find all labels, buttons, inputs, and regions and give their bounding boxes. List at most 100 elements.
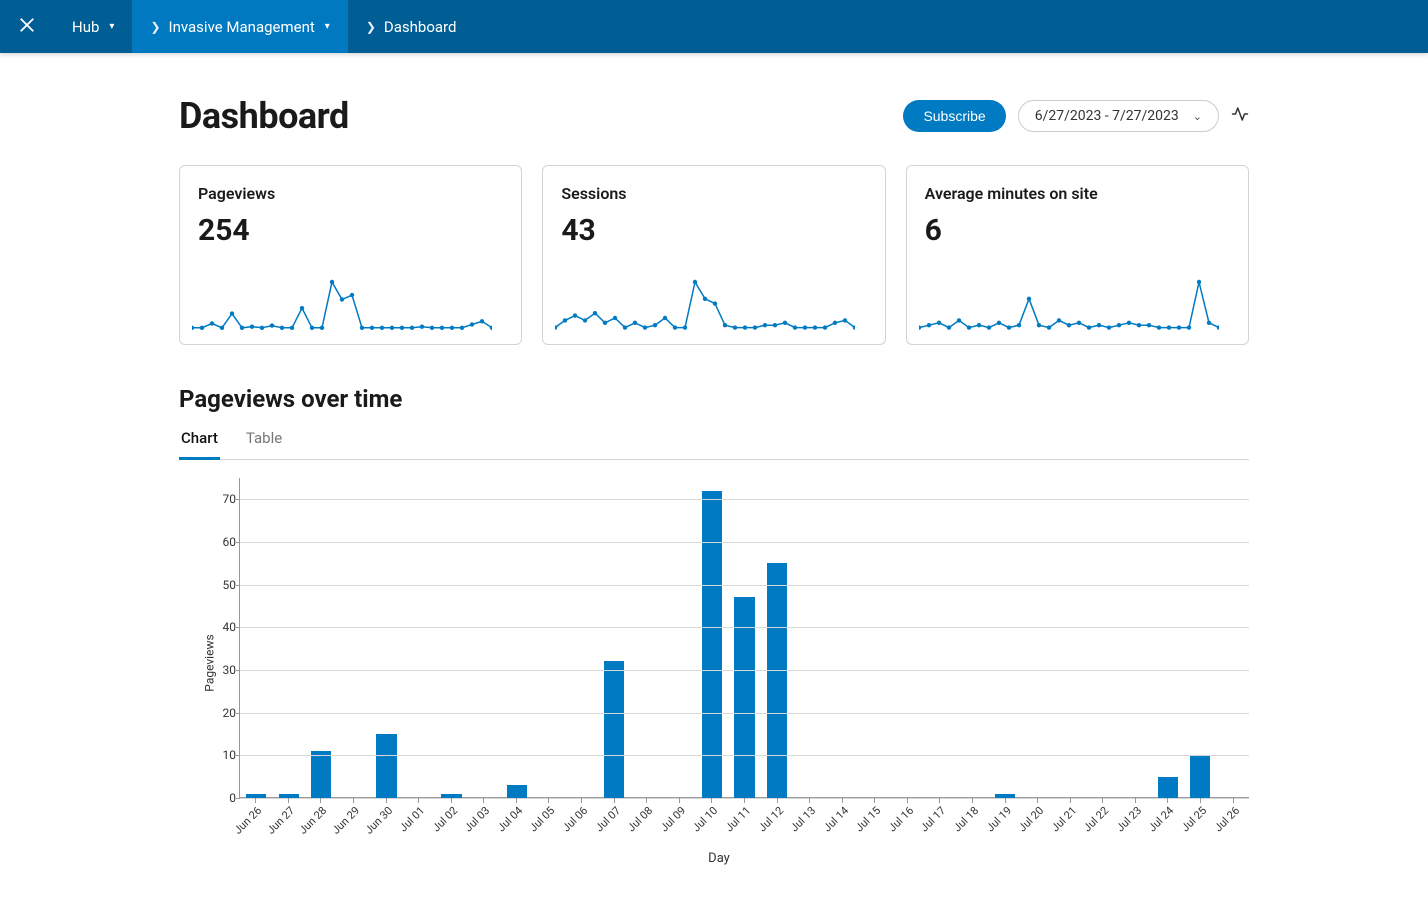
tab-table[interactable]: Table bbox=[244, 423, 284, 459]
x-tick-mark bbox=[809, 798, 810, 803]
card-value: 43 bbox=[561, 213, 866, 248]
x-tick-mark bbox=[255, 798, 256, 803]
x-tick-mark bbox=[711, 798, 712, 803]
summary-cards: Pageviews 254 Sessions 43 Average minute… bbox=[179, 165, 1249, 345]
grid-line bbox=[240, 627, 1249, 628]
x-tick-label: Jul 17 bbox=[918, 804, 948, 834]
bar[interactable] bbox=[1190, 755, 1210, 798]
x-tick-label: Jul 20 bbox=[1016, 804, 1046, 834]
date-range-picker[interactable]: 6/27/2023 - 7/27/2023 ⌄ bbox=[1018, 100, 1219, 132]
y-tick-mark bbox=[236, 713, 240, 714]
bar[interactable] bbox=[604, 661, 624, 798]
page-header: Dashboard Subscribe 6/27/2023 - 7/27/202… bbox=[179, 95, 1249, 137]
x-tick-mark bbox=[1102, 798, 1103, 803]
grid-line bbox=[240, 670, 1249, 671]
card-pageviews[interactable]: Pageviews 254 bbox=[179, 165, 522, 345]
bar[interactable] bbox=[1158, 777, 1178, 798]
close-button[interactable] bbox=[0, 0, 54, 53]
bars-container bbox=[240, 478, 1249, 798]
x-tick-label: Jul 24 bbox=[1146, 804, 1176, 834]
chevron-down-icon: ⌄ bbox=[1193, 110, 1202, 123]
x-tick-label: Jul 11 bbox=[723, 804, 753, 834]
bar-slot bbox=[956, 478, 989, 798]
card-avg-minutes[interactable]: Average minutes on site 6 bbox=[906, 165, 1249, 345]
x-tick-label: Jul 12 bbox=[755, 804, 785, 834]
grid-line bbox=[240, 499, 1249, 500]
x-axis-label: Day bbox=[708, 851, 730, 866]
bar-slot bbox=[598, 478, 631, 798]
bar-slot bbox=[989, 478, 1022, 798]
nav-hub-label: Hub bbox=[72, 18, 99, 36]
bar-slot bbox=[793, 478, 826, 798]
grid-line bbox=[240, 755, 1249, 756]
card-sessions[interactable]: Sessions 43 bbox=[542, 165, 885, 345]
bar-slot bbox=[468, 478, 501, 798]
x-tick-label: Jul 06 bbox=[560, 804, 590, 834]
card-value: 254 bbox=[198, 213, 503, 248]
bar-slot bbox=[273, 478, 306, 798]
bar-slot bbox=[305, 478, 338, 798]
x-tick-label: Jul 13 bbox=[788, 804, 818, 834]
y-tick-mark bbox=[236, 542, 240, 543]
sparkline bbox=[919, 278, 1219, 334]
sparkline bbox=[192, 278, 492, 334]
x-tick-label: Jul 01 bbox=[397, 804, 427, 834]
x-tick-label: Jul 05 bbox=[527, 804, 557, 834]
bar-slot bbox=[435, 478, 468, 798]
x-tick-mark bbox=[1037, 798, 1038, 803]
bar[interactable] bbox=[507, 785, 527, 798]
x-tick-label: Jul 07 bbox=[592, 804, 622, 834]
x-tick-mark bbox=[679, 798, 680, 803]
bar[interactable] bbox=[702, 491, 722, 798]
chevron-right-icon: ❯ bbox=[150, 20, 160, 34]
bar-slot bbox=[533, 478, 566, 798]
caret-down-icon: ▾ bbox=[109, 21, 114, 32]
bar[interactable] bbox=[311, 751, 331, 798]
y-tick-label: 20 bbox=[210, 706, 236, 720]
x-tick-label: Jul 19 bbox=[983, 804, 1013, 834]
x-tick-mark bbox=[1200, 798, 1201, 803]
y-tick-label: 60 bbox=[210, 535, 236, 549]
nav-project[interactable]: ❯ Invasive Management ▾ bbox=[132, 0, 347, 53]
x-tick-label: Jul 14 bbox=[821, 804, 851, 834]
grid-line bbox=[240, 542, 1249, 543]
bar[interactable] bbox=[767, 563, 787, 798]
x-tick-mark bbox=[777, 798, 778, 803]
nav-breadcrumb[interactable]: ❯ Dashboard bbox=[348, 0, 475, 53]
chevron-right-icon: ❯ bbox=[366, 20, 376, 34]
x-tick-mark bbox=[288, 798, 289, 803]
x-tick-label: Jul 26 bbox=[1211, 804, 1241, 834]
y-tick-label: 40 bbox=[210, 620, 236, 634]
x-tick-label: Jul 03 bbox=[462, 804, 492, 834]
bar-slot bbox=[1184, 478, 1217, 798]
section-title: Pageviews over time bbox=[179, 385, 1249, 413]
x-tick-label: Jun 26 bbox=[232, 804, 265, 837]
nav-hub[interactable]: Hub ▾ bbox=[54, 0, 132, 53]
subscribe-button[interactable]: Subscribe bbox=[903, 100, 1005, 132]
card-label: Sessions bbox=[561, 184, 866, 203]
x-tick-mark bbox=[548, 798, 549, 803]
bar-slot bbox=[370, 478, 403, 798]
card-value: 6 bbox=[925, 213, 1230, 248]
bar[interactable] bbox=[376, 734, 396, 798]
x-tick-label: Jul 22 bbox=[1081, 804, 1111, 834]
tab-chart[interactable]: Chart bbox=[179, 423, 220, 460]
bar-chart: Pageviews 010203040506070 Jun 26Jun 27Ju… bbox=[189, 478, 1249, 848]
view-tabs: Chart Table bbox=[179, 423, 1249, 460]
x-tick-label: Jul 02 bbox=[430, 804, 460, 834]
card-label: Pageviews bbox=[198, 184, 503, 203]
bar-slot bbox=[500, 478, 533, 798]
date-range-label: 6/27/2023 - 7/27/2023 bbox=[1035, 108, 1179, 124]
grid-line bbox=[240, 585, 1249, 586]
x-tick-label: Jul 18 bbox=[951, 804, 981, 834]
card-label: Average minutes on site bbox=[925, 184, 1230, 203]
x-tick-label: Jul 21 bbox=[1049, 804, 1079, 834]
x-tick-label: Jul 23 bbox=[1114, 804, 1144, 834]
bar-slot bbox=[1119, 478, 1152, 798]
bar-slot bbox=[1054, 478, 1087, 798]
activity-icon[interactable] bbox=[1231, 105, 1249, 127]
x-tick-label: Jul 16 bbox=[886, 804, 916, 834]
page: Dashboard Subscribe 6/27/2023 - 7/27/202… bbox=[159, 53, 1269, 888]
x-tick-mark bbox=[1233, 798, 1234, 803]
bar-slot bbox=[1021, 478, 1054, 798]
